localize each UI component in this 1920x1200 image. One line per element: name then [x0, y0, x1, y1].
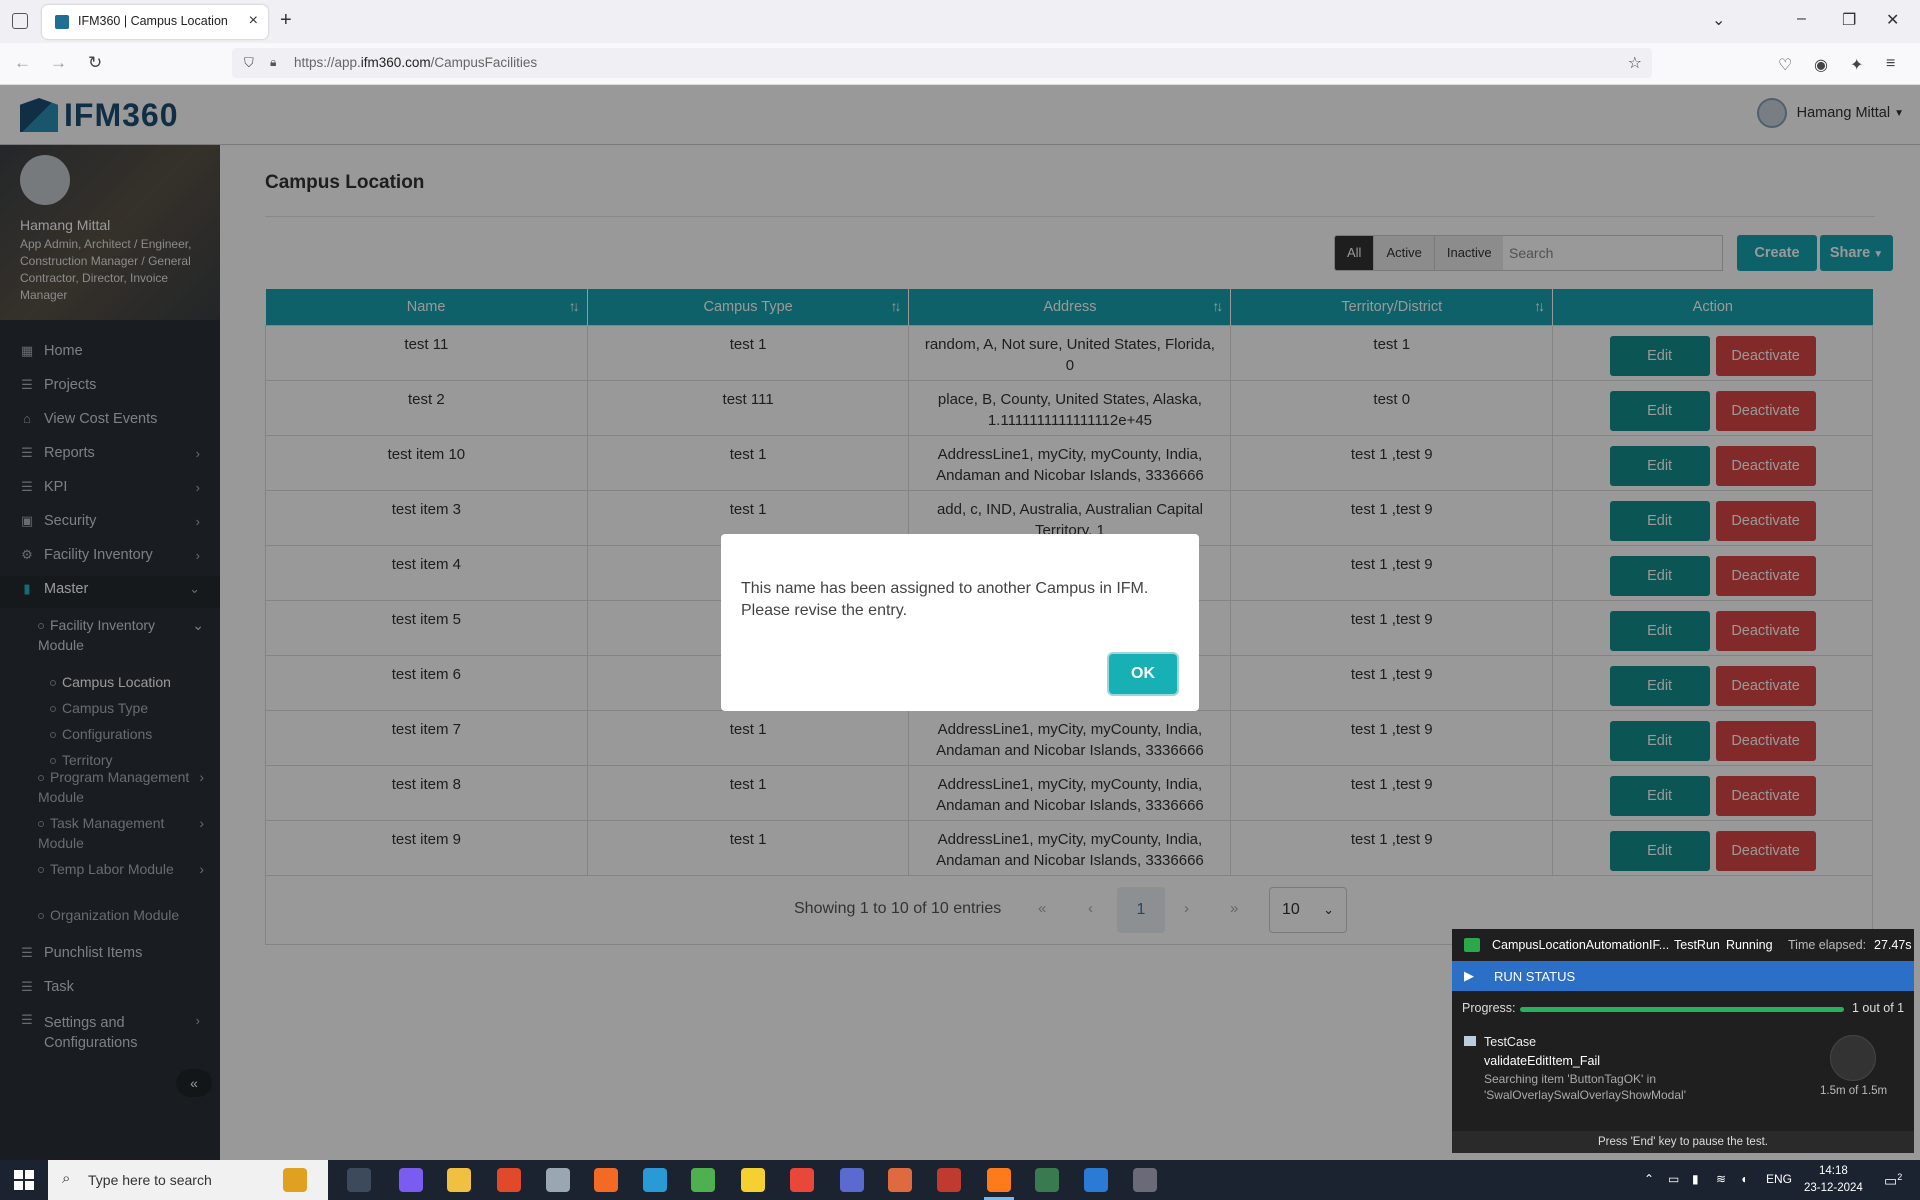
search-status-line: Searching item 'ButtonTagOK' in [1484, 1072, 1657, 1086]
notifications-icon[interactable]: ▭2 [1884, 1172, 1902, 1190]
alert-message: This name has been assigned to another C… [741, 580, 1149, 619]
wifi-icon[interactable]: ≋ [1716, 1172, 1726, 1186]
wps-icon[interactable] [497, 1168, 521, 1192]
tool-app-icon[interactable] [888, 1168, 912, 1192]
browser-navbar: ← → ↻ ⛉ 🔒︎ https://app.ifm360.com/Campus… [0, 43, 1920, 85]
menu-icon[interactable]: ≡ [1886, 55, 1895, 73]
volume-icon[interactable]: ◖ [1740, 1172, 1747, 1186]
clock-time: 14:18 [1819, 1165, 1848, 1177]
test-run-icon [1464, 938, 1480, 952]
bookmark-star-icon[interactable]: ☆ [1628, 53, 1642, 73]
elapsed-value: 27.47s [1874, 938, 1912, 952]
restore-icon[interactable]: ❐ [1842, 10, 1856, 30]
play-icon: ▶ [1464, 968, 1474, 983]
testcase-icon [1464, 1036, 1476, 1046]
extensions-icon[interactable]: ✦ [1850, 55, 1863, 75]
pocket-icon[interactable]: ♡ [1778, 55, 1792, 75]
tab-overflow-chevron-icon[interactable]: ⌄ [1712, 10, 1725, 30]
automation-app-icon[interactable] [1035, 1168, 1059, 1192]
run-status-panel: CampusLocationAutomationIF... TestRun Ru… [1452, 929, 1914, 1153]
progress-label: Progress: [1462, 1001, 1516, 1015]
url-text: https://app.ifm360.com/CampusFacilities [294, 55, 538, 70]
briefcase-app-icon[interactable] [283, 1168, 307, 1192]
progress-fill [1520, 1007, 1844, 1012]
file-explorer-icon[interactable] [447, 1168, 471, 1192]
spinner-icon [1830, 1035, 1876, 1081]
testcase-kind: TestCase [1484, 1035, 1537, 1049]
windows-start-icon[interactable] [14, 1170, 34, 1190]
clock[interactable]: 14:18 23-12-2024 [1804, 1163, 1863, 1197]
taskbar: ⌕ Type here to search ⌃ ▭ ▮ ≋ ◖ ENG 14:1… [0, 1160, 1920, 1200]
brave-icon[interactable] [594, 1168, 618, 1192]
window-app-icon[interactable] [1133, 1168, 1157, 1192]
ranorex-icon[interactable] [937, 1168, 961, 1192]
forward-icon[interactable]: → [50, 53, 67, 73]
lock-icon[interactable]: 🔒︎ [270, 55, 276, 70]
edge-icon[interactable] [643, 1168, 667, 1192]
testcase-label: TestCase [1464, 1035, 1536, 1049]
battery-icon[interactable]: ▮ [1692, 1172, 1699, 1186]
tab-list-icon[interactable] [12, 13, 28, 29]
shield-icon[interactable]: ⛉ [244, 55, 254, 71]
task-view-icon[interactable] [347, 1168, 371, 1192]
run-name: CampusLocationAutomationIF... [1492, 938, 1670, 952]
search-icon: ⌕ [62, 1170, 71, 1187]
taskbar-search-placeholder: Type here to search [88, 1172, 212, 1188]
elapsed-label: Time elapsed: [1788, 938, 1867, 952]
notepad-icon[interactable] [691, 1168, 715, 1192]
clock-date: 23-12-2024 [1804, 1182, 1863, 1194]
tab-title: IFM360 | Campus Location [78, 14, 228, 28]
account-icon[interactable]: ◉ [1814, 55, 1828, 75]
browser-tab[interactable]: IFM360 | Campus Location × [42, 5, 268, 39]
run-state: Running [1726, 938, 1773, 952]
search-status: Searching item 'ButtonTagOK' in 'SwalOver… [1484, 1071, 1686, 1103]
vscode-icon[interactable] [1084, 1168, 1108, 1192]
tray-app-icon[interactable]: ▭ [1668, 1172, 1679, 1186]
teams-icon[interactable] [840, 1168, 864, 1192]
tray-chevron-icon[interactable]: ⌃ [1644, 1172, 1654, 1186]
chrome-icon[interactable] [790, 1168, 814, 1192]
firefox-icon[interactable] [987, 1168, 1011, 1192]
progress-count: 1 out of 1 [1852, 1001, 1905, 1015]
duration: 1.5m of 1.5m [1820, 1085, 1888, 1097]
close-tab-icon[interactable]: × [249, 12, 258, 30]
back-icon[interactable]: ← [14, 53, 31, 73]
browser-tabbar: IFM360 | Campus Location × + ⌄ – ❐ ✕ [0, 0, 1920, 43]
sticky-notes-icon[interactable] [741, 1168, 765, 1192]
run-panel-header: CampusLocationAutomationIF... TestRun Ru… [1452, 929, 1914, 961]
alert-dialog: This name has been assigned to another C… [721, 534, 1199, 711]
notification-count: 2 [1897, 1172, 1903, 1182]
reload-icon[interactable]: ↻ [88, 53, 102, 73]
copilot-icon[interactable] [399, 1168, 423, 1192]
progress-bar [1520, 1007, 1844, 1012]
ok-button[interactable]: OK [1109, 654, 1177, 694]
favicon-icon [55, 15, 69, 29]
run-kind: TestRun [1674, 938, 1720, 952]
new-tab-icon[interactable]: + [280, 9, 292, 32]
run-status-label: RUN STATUS [1494, 969, 1576, 984]
minimize-icon[interactable]: – [1797, 10, 1806, 28]
pause-hint: Press 'End' key to pause the test. [1452, 1131, 1914, 1153]
address-bar[interactable]: ⛉ 🔒︎ https://app.ifm360.com/CampusFacili… [232, 48, 1652, 78]
network-app-icon[interactable] [546, 1168, 570, 1192]
run-status-bar[interactable]: ▶ RUN STATUS [1452, 961, 1914, 991]
testcase-name: validateEditItem_Fail [1484, 1054, 1601, 1068]
search-status-line: 'SwalOverlaySwalOverlayShowModal' [1484, 1088, 1686, 1102]
close-window-icon[interactable]: ✕ [1886, 10, 1899, 30]
language-indicator[interactable]: ENG [1766, 1172, 1792, 1186]
